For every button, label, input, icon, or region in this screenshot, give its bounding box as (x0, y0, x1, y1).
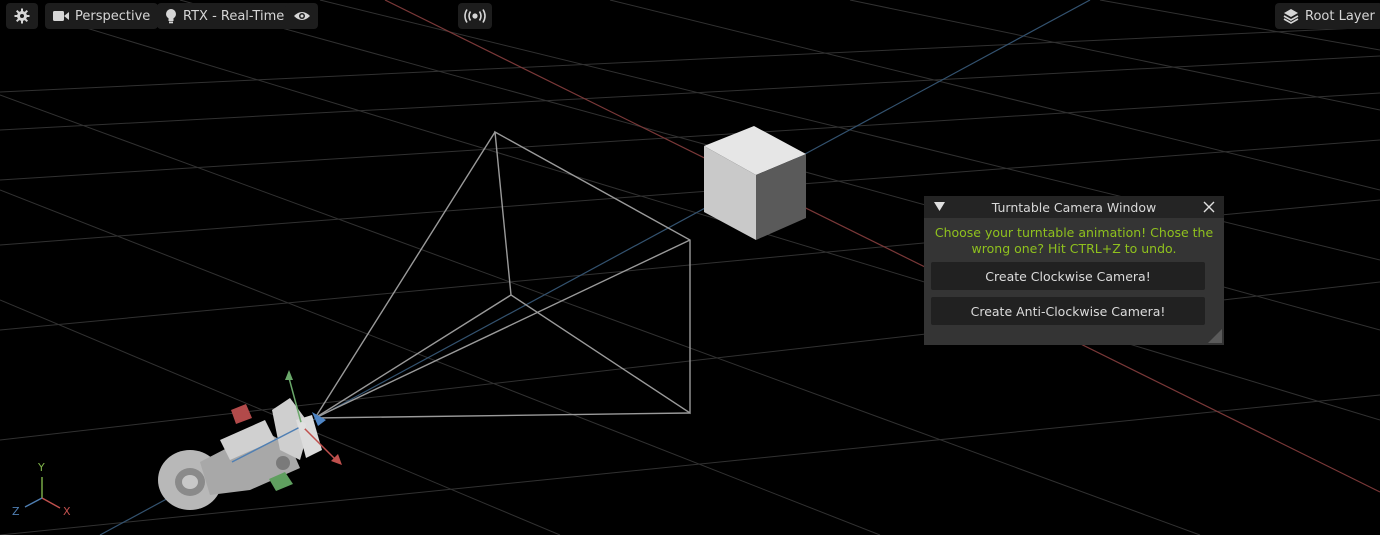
render-mode-label: RTX - Real-Time (183, 8, 285, 24)
layer-dropdown-label: Root Layer (1305, 8, 1375, 24)
create-clockwise-camera-button[interactable]: Create Clockwise Camera! (931, 262, 1205, 290)
layer-dropdown[interactable]: Root Layer (1275, 3, 1380, 29)
resize-grip[interactable] (1208, 329, 1222, 343)
live-sync-button[interactable] (458, 3, 492, 29)
instruction-message: Choose your turntable animation! Chose t… (934, 225, 1214, 256)
create-anticlockwise-camera-label: Create Anti-Clockwise Camera! (970, 303, 1166, 319)
lightbulb-icon (166, 9, 176, 24)
visibility-button[interactable] (285, 3, 318, 29)
video-camera-icon (53, 11, 69, 21)
layers-icon (1283, 9, 1299, 24)
create-clockwise-camera-label: Create Clockwise Camera! (985, 268, 1151, 284)
camera-dropdown[interactable]: Perspective (45, 3, 159, 29)
close-icon[interactable] (1203, 201, 1215, 213)
window-title: Turntable Camera Window (991, 199, 1157, 215)
camera-dropdown-label: Perspective (75, 8, 151, 24)
settings-button[interactable] (6, 3, 38, 29)
axis-label-z: Z (12, 505, 20, 518)
broadcast-icon (464, 9, 486, 23)
eye-icon (293, 12, 310, 20)
window-titlebar[interactable]: Turntable Camera Window (924, 196, 1224, 218)
collapse-triangle-icon[interactable] (934, 202, 945, 212)
create-anticlockwise-camera-button[interactable]: Create Anti-Clockwise Camera! (931, 297, 1205, 325)
axis-label-x: X (63, 505, 71, 518)
axis-label-y: Y (37, 461, 45, 474)
turntable-camera-window: Turntable Camera Window Choose your turn… (924, 196, 1224, 345)
gear-icon (14, 8, 30, 24)
render-mode-dropdown[interactable]: RTX - Real-Time (157, 3, 293, 29)
